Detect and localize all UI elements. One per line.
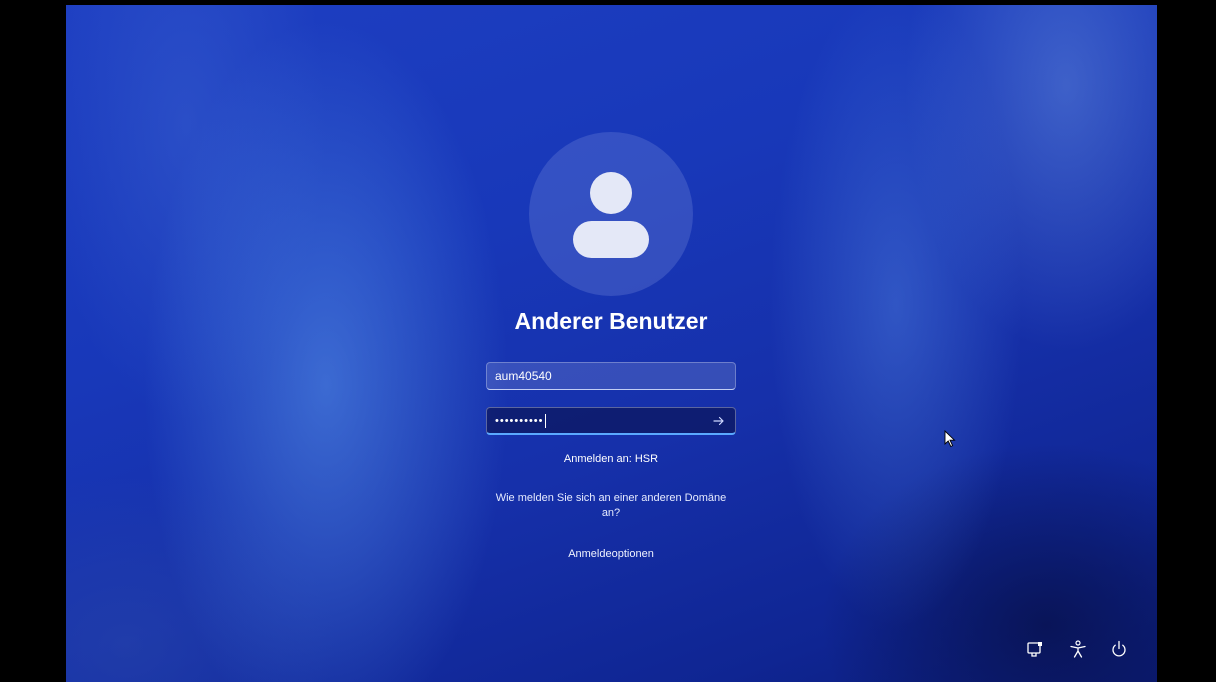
sign-in-options-link[interactable]: Anmeldeoptionen bbox=[411, 548, 811, 560]
other-domain-link[interactable]: Wie melden Sie sich an einer anderen Dom… bbox=[411, 491, 811, 521]
password-value: •••••••••• bbox=[495, 415, 544, 427]
power-icon[interactable] bbox=[1108, 638, 1130, 660]
letterbox-frame: Anderer Benutzer aum40540 •••••••••• Anm… bbox=[0, 0, 1216, 682]
username-value: aum40540 bbox=[495, 369, 552, 383]
network-icon[interactable] bbox=[1024, 638, 1046, 660]
arrow-right-icon[interactable] bbox=[709, 411, 729, 431]
username-field[interactable]: aum40540 bbox=[486, 362, 736, 390]
user-name-title: Anderer Benutzer bbox=[514, 308, 708, 334]
other-domain-line1: Wie melden Sie sich an einer anderen Dom… bbox=[495, 492, 727, 504]
sign-in-domain-label: Anmelden an: HSR bbox=[563, 453, 659, 465]
text-caret bbox=[544, 414, 546, 428]
user-avatar bbox=[529, 132, 693, 296]
lock-screen: Anderer Benutzer aum40540 •••••••••• Anm… bbox=[66, 5, 1157, 682]
mouse-pointer-icon bbox=[944, 429, 956, 448]
accessibility-icon[interactable] bbox=[1067, 638, 1089, 660]
password-field[interactable]: •••••••••• bbox=[486, 407, 736, 435]
other-domain-line2: an? bbox=[601, 507, 621, 519]
user-icon bbox=[573, 172, 649, 258]
